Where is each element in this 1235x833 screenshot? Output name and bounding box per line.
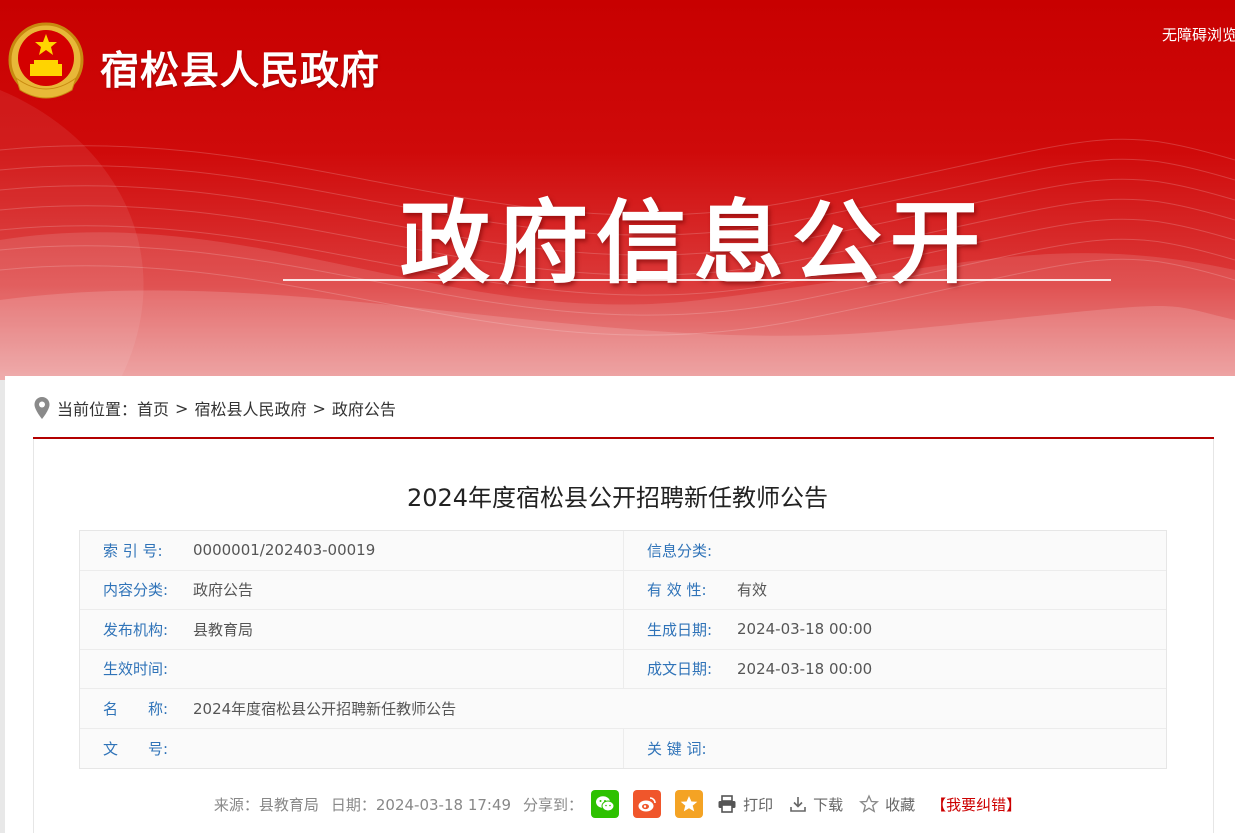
- breadcrumb-prefix: 当前位置：: [57, 400, 138, 419]
- info-cell: 信息分类:: [624, 531, 1166, 570]
- keywords-label: 关 键 词:: [647, 739, 707, 758]
- info-cell: 名 称: 2024年度宿松县公开招聘新任教师公告: [80, 689, 1166, 728]
- info-row: 内容分类: 政府公告 有 效 性: 有效: [80, 570, 1166, 610]
- content-type-value: 政府公告: [193, 581, 254, 600]
- breadcrumb-separator: >: [312, 398, 326, 418]
- info-row: 名 称: 2024年度宿松县公开招聘新任教师公告: [80, 689, 1166, 729]
- effective-time-label: 生效时间:: [103, 660, 169, 679]
- favorite-label: 收藏: [885, 795, 916, 814]
- share-wechat-button[interactable]: [591, 790, 620, 818]
- national-emblem-icon: [8, 22, 84, 99]
- info-cell: 关 键 词:: [624, 729, 1166, 769]
- info-row: 生效时间: 成文日期: 2024-03-18 00:00: [80, 649, 1166, 689]
- publisher-label: 发布机构:: [103, 620, 169, 639]
- info-category-label: 信息分类:: [647, 541, 713, 560]
- info-cell: 发布机构: 县教育局: [80, 610, 624, 649]
- index-number-label: 索 引 号:: [103, 541, 163, 560]
- info-cell: 文 号:: [80, 728, 624, 768]
- download-label: 下载: [813, 795, 844, 814]
- share-qzone-button[interactable]: [675, 790, 704, 818]
- publisher-value: 县教育局: [193, 620, 254, 639]
- validity-label: 有 效 性:: [647, 581, 707, 600]
- written-date-label: 成文日期:: [647, 660, 713, 679]
- info-cell: 生效时间:: [80, 649, 624, 688]
- info-cell: 成文日期: 2024-03-18 00:00: [624, 650, 1166, 689]
- download-button[interactable]: 下载: [789, 794, 843, 815]
- print-label: 打印: [743, 795, 774, 814]
- info-cell: 生成日期: 2024-03-18 00:00: [624, 610, 1166, 649]
- info-row: 索 引 号: 0000001/202403-00019 信息分类:: [80, 531, 1166, 571]
- breadcrumb: 当前位置： 首页 > 宿松县人民政府 > 政府公告: [33, 396, 396, 420]
- document-name-value: 2024年度宿松县公开招聘新任教师公告: [193, 699, 457, 718]
- document-name-label: 名 称:: [103, 699, 169, 718]
- site-name[interactable]: 宿松县人民政府: [100, 40, 380, 96]
- breadcrumb-separator: >: [175, 398, 189, 418]
- source-text: 来源：县教育局: [213, 795, 319, 814]
- accessibility-link[interactable]: 无障碍浏览: [1162, 24, 1235, 45]
- article-title: 2024年度宿松县公开招聘新任教师公告: [406, 484, 829, 512]
- banner-title-underline: [283, 279, 1111, 281]
- info-row: 发布机构: 县教育局 生成日期: 2024-03-18 00:00: [80, 610, 1166, 650]
- breadcrumb-government-notices[interactable]: 政府公告: [332, 396, 396, 420]
- info-cell: 索 引 号: 0000001/202403-00019: [80, 531, 624, 570]
- created-date-value: 2024-03-18 00:00: [737, 620, 873, 639]
- validity-value: 有效: [737, 581, 768, 600]
- share-label: 分享到：: [523, 795, 584, 814]
- index-number-value: 0000001/202403-00019: [193, 541, 376, 560]
- created-date-label: 生成日期:: [647, 620, 713, 639]
- publish-date-text: 日期：2024-03-18 17:49: [330, 795, 512, 814]
- header-banner: 宿松县人民政府 无障碍浏览 政府信息公开: [0, 0, 1235, 380]
- favorite-button[interactable]: 收藏: [859, 794, 915, 815]
- print-button[interactable]: 打印: [717, 794, 773, 815]
- printer-icon: [718, 795, 736, 813]
- wechat-icon: [596, 796, 615, 812]
- location-pin-icon: [34, 397, 50, 419]
- content-type-label: 内容分类:: [103, 581, 169, 600]
- info-cell: 内容分类: 政府公告: [80, 570, 624, 609]
- report-error-link[interactable]: 【我要纠错】: [931, 794, 1021, 815]
- document-info-table: 索 引 号: 0000001/202403-00019 信息分类: 内容分类: …: [79, 530, 1167, 769]
- breadcrumb-home[interactable]: 首页: [137, 396, 169, 420]
- breadcrumb-county-government[interactable]: 宿松县人民政府: [194, 396, 306, 420]
- article-meta-bar: 来源：县教育局 日期：2024-03-18 17:49 分享到： 打印 下载 收…: [0, 790, 1235, 818]
- info-row: 文 号: 关 键 词:: [80, 728, 1166, 769]
- share-weibo-button[interactable]: [633, 790, 662, 818]
- weibo-icon: [638, 797, 656, 812]
- star-outline-icon: [859, 794, 880, 813]
- document-number-label: 文 号:: [103, 739, 169, 758]
- qzone-star-icon: [680, 796, 698, 812]
- written-date-value: 2024-03-18 00:00: [737, 659, 873, 678]
- info-cell: 有 效 性: 有效: [624, 571, 1166, 610]
- download-icon: [790, 797, 806, 812]
